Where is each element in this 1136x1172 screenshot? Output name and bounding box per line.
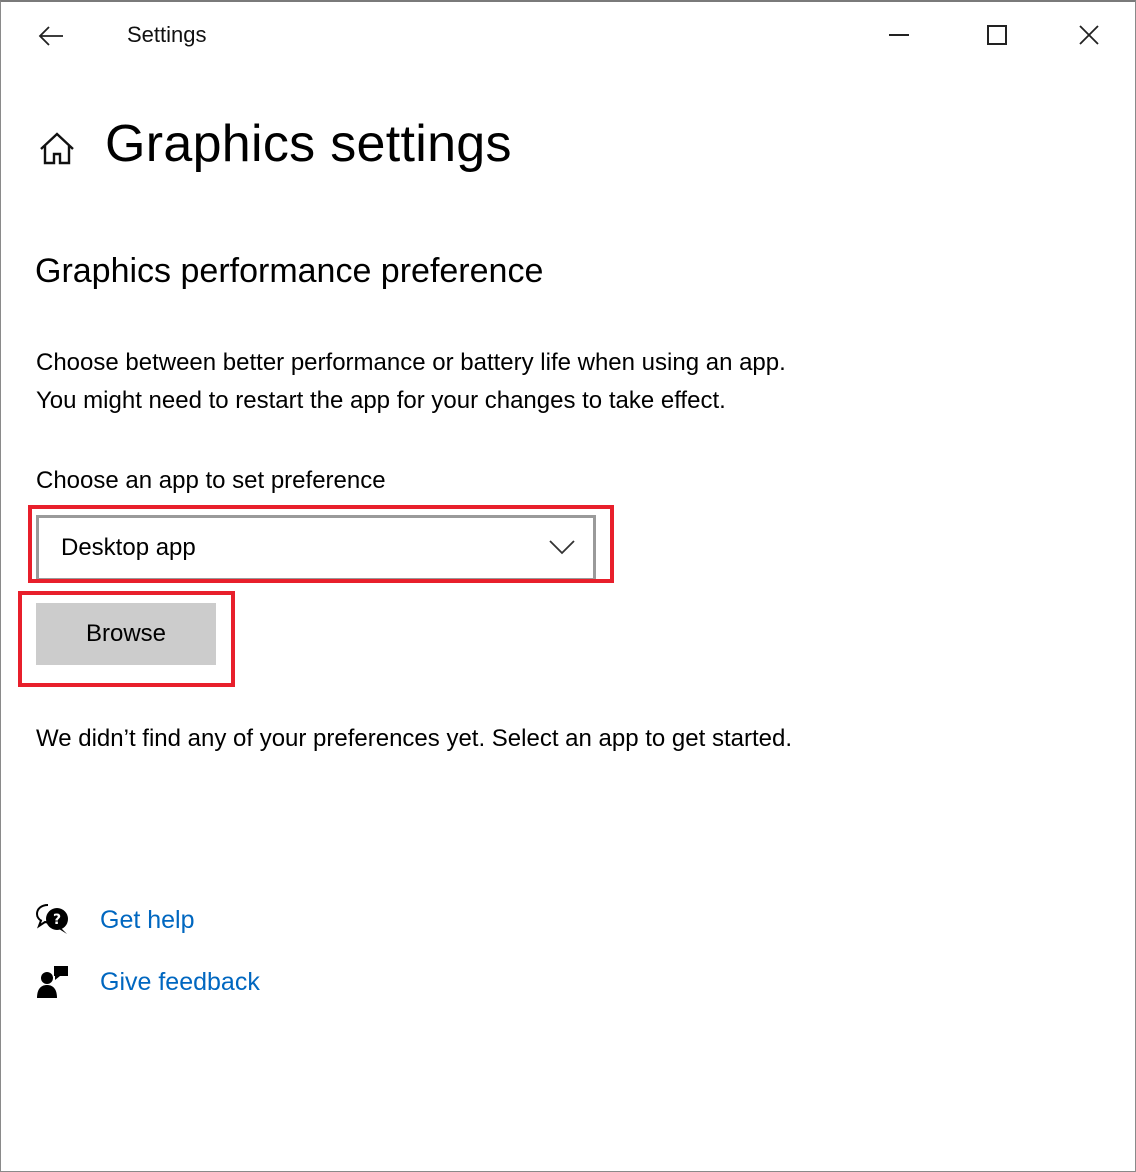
title-bar: Settings: [1, 2, 1135, 66]
back-button[interactable]: [29, 16, 73, 56]
page-title: Graphics settings: [105, 115, 512, 173]
minimize-icon: [889, 34, 909, 36]
svg-text:?: ?: [53, 912, 61, 928]
maximize-icon: [987, 25, 1007, 45]
dropdown-selected-value: Desktop app: [61, 534, 196, 561]
close-button[interactable]: [1059, 12, 1119, 58]
section-description: Choose between better performance or bat…: [36, 344, 786, 420]
close-icon: [1079, 25, 1099, 45]
empty-state-message: We didn’t find any of your preferences y…: [36, 725, 792, 752]
give-feedback-icon: [37, 966, 68, 998]
get-help-link[interactable]: ? Get help: [35, 902, 195, 938]
description-line: Choose between better performance or bat…: [36, 349, 786, 376]
browse-button[interactable]: Browse: [36, 603, 216, 665]
app-picker-label: Choose an app to set preference: [36, 467, 386, 494]
get-help-label: Get help: [100, 905, 195, 934]
minimize-button[interactable]: [869, 12, 929, 58]
give-feedback-link[interactable]: Give feedback: [35, 964, 260, 1000]
description-line: You might need to restart the app for yo…: [36, 387, 726, 414]
chevron-down-icon: [549, 540, 575, 555]
maximize-button[interactable]: [967, 12, 1027, 58]
app-type-dropdown[interactable]: Desktop app: [36, 515, 596, 581]
home-button[interactable]: [37, 130, 77, 170]
window-title: Settings: [127, 22, 207, 47]
back-arrow-icon: [38, 26, 63, 46]
section-title: Graphics performance preference: [35, 252, 544, 290]
give-feedback-label: Give feedback: [100, 967, 260, 996]
get-help-icon: ?: [35, 904, 68, 934]
home-icon: [40, 132, 74, 165]
settings-window: Settings Graphics settings Graphics perf…: [0, 0, 1136, 1172]
